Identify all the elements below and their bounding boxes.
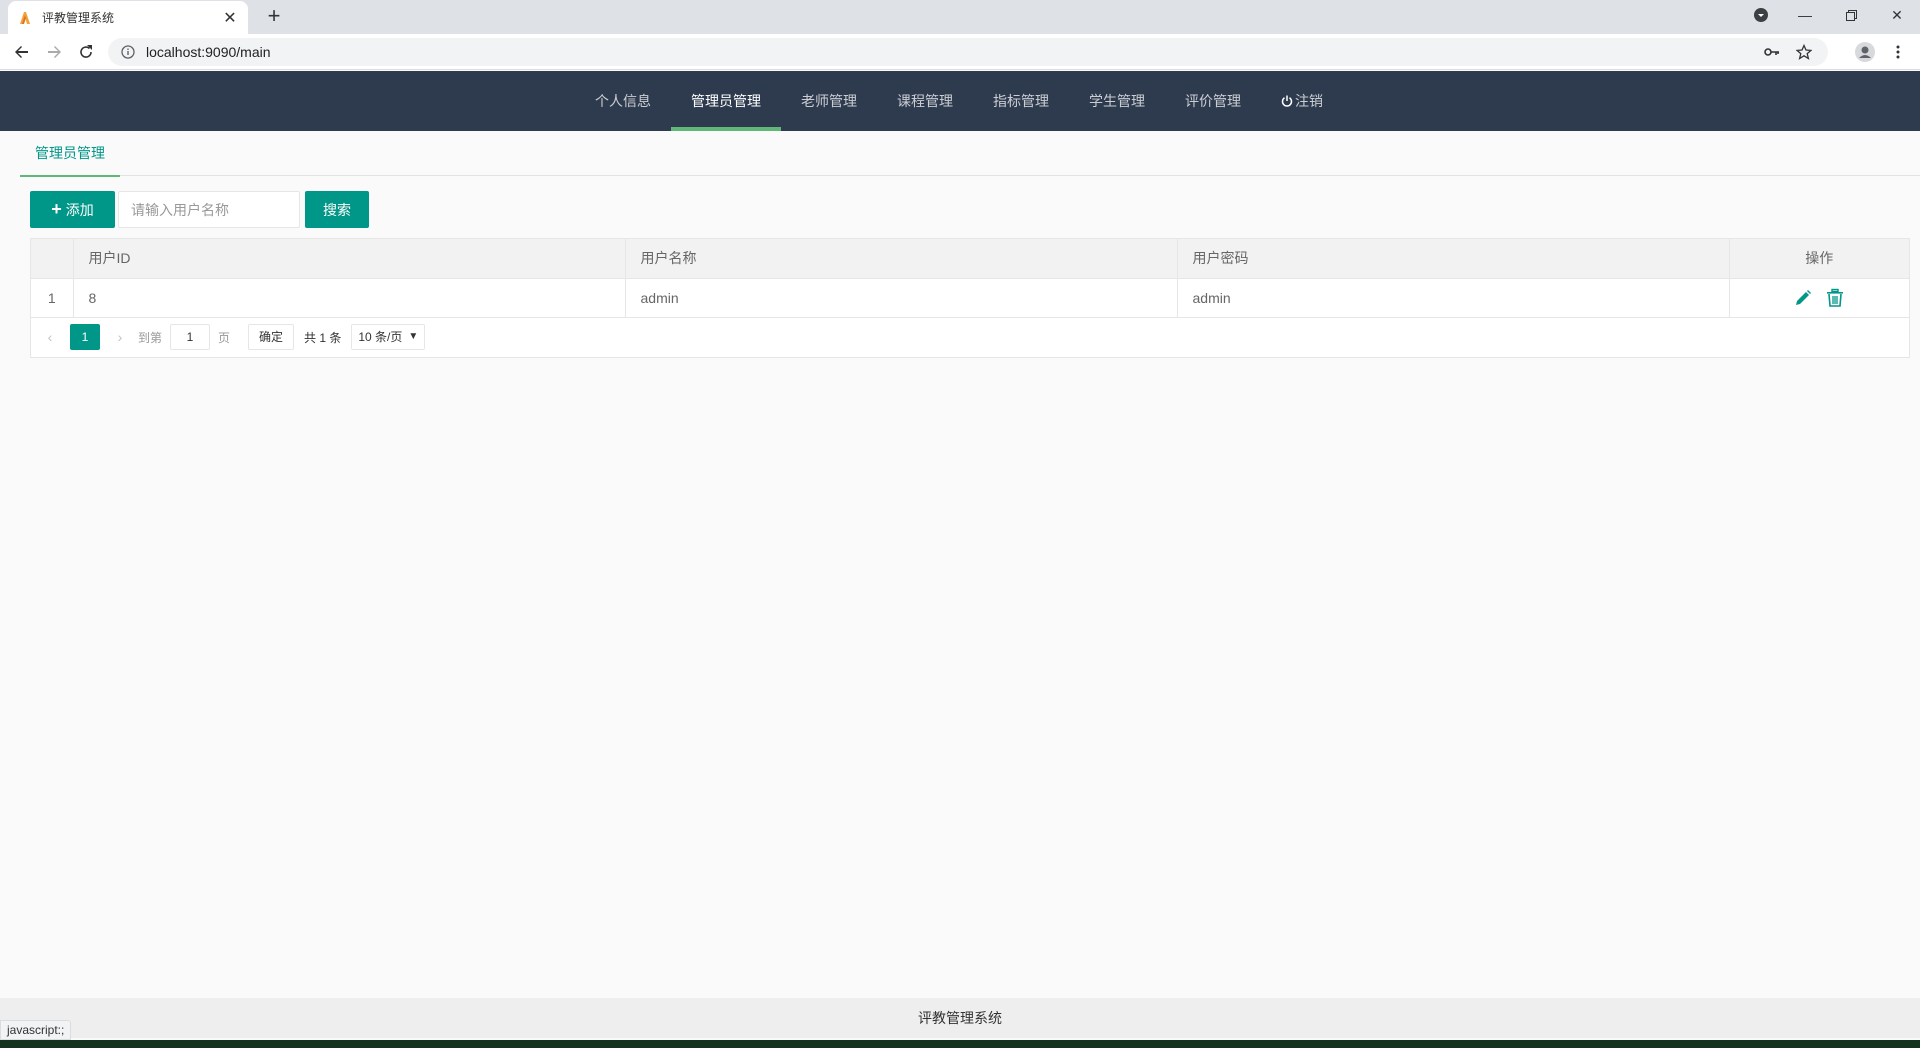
new-tab-button[interactable]: + [262,5,286,29]
pagination: ‹ 1 › 到第 1 页 确定 共 1 条 10 条/页 ▼ [40,324,426,350]
cell-user-name: admin [625,278,1178,318]
table-header-row: 用户ID 用户名称 用户密码 操作 [31,239,1909,279]
nav-item-evaluation-management[interactable]: 评价管理 [1165,71,1261,131]
header-actions: 操作 [1729,239,1909,279]
page-size-select[interactable]: 10 条/页 ▼ [351,324,426,350]
search-button[interactable]: 搜索 [305,191,369,228]
header-user-name: 用户名称 [625,239,1178,279]
browser-tab[interactable]: 评教管理系统 ✕ [8,1,248,34]
reload-icon[interactable] [74,40,98,64]
plus-icon: + [51,199,62,219]
browser-status-bar: javascript:; [0,1020,72,1040]
desktop-taskbar [0,1040,1920,1048]
forward-icon[interactable] [42,40,66,64]
tab-search-icon[interactable] [1738,0,1784,30]
tab-admin-management[interactable]: 管理员管理 [20,131,120,177]
main-nav: 个人信息 管理员管理 老师管理 课程管理 指标管理 学生管理 评价管理 注销 [575,71,1343,131]
nav-item-teacher-management[interactable]: 老师管理 [781,71,877,131]
page-number-current[interactable]: 1 [70,324,100,350]
add-button-label: 添加 [65,201,94,218]
browser-menu-icon[interactable] [1886,40,1910,64]
page-tab-bar: 管理员管理 [20,131,1920,177]
goto-suffix: 页 [218,330,231,345]
header-user-id: 用户ID [73,239,626,279]
goto-page-input[interactable]: 1 [170,324,211,350]
power-icon [1281,71,1293,131]
table-row: 1 8 admin admin [31,278,1909,318]
row-index: 1 [31,278,74,318]
cell-actions [1729,278,1909,318]
cell-user-password: admin [1177,278,1730,318]
header-user-password: 用户密码 [1177,239,1730,279]
next-page-icon[interactable]: › [110,329,130,345]
nav-item-indicator-management[interactable]: 指标管理 [973,71,1069,131]
prev-page-icon[interactable]: ‹ [40,329,60,345]
chevron-down-icon: ▼ [408,331,419,342]
minimize-icon[interactable]: — [1782,0,1828,30]
nav-item-course-management[interactable]: 课程管理 [877,71,973,131]
site-info-icon[interactable] [120,44,136,60]
browser-toolbar: localhost:9090/main [0,34,1920,70]
close-tab-icon[interactable]: ✕ [222,8,238,28]
tab-title: 评教管理系统 [42,11,115,25]
total-count: 共 1 条 [304,330,342,345]
nav-item-logout[interactable]: 注销 [1261,71,1343,131]
app-favicon-icon [18,11,32,25]
page-size-value: 10 条/页 [358,330,403,344]
url-text: localhost:9090/main [146,44,271,60]
goto-prefix: 到第 [138,330,163,345]
close-window-icon[interactable]: ✕ [1874,0,1920,30]
edit-icon[interactable] [1793,288,1813,308]
logout-label: 注销 [1295,93,1323,109]
search-input[interactable] [118,191,300,228]
profile-avatar-icon[interactable] [1853,40,1877,64]
app-header: 个人信息 管理员管理 老师管理 课程管理 指标管理 学生管理 评价管理 注销 [0,71,1920,131]
header-index [31,239,74,279]
back-icon[interactable] [10,40,34,64]
bookmark-star-icon[interactable] [1792,42,1816,62]
browser-tabstrip: 评教管理系统 ✕ + — ✕ [0,0,1920,34]
key-icon[interactable] [1760,42,1784,62]
footer: 评教管理系统 [0,998,1920,1038]
add-button[interactable]: + 添加 [30,191,115,228]
nav-item-profile[interactable]: 个人信息 [575,71,671,131]
nav-item-admin-management[interactable]: 管理员管理 [671,71,781,131]
goto-confirm-button[interactable]: 确定 [248,324,295,350]
cell-user-id: 8 [73,278,626,318]
address-bar[interactable]: localhost:9090/main [108,38,1828,66]
delete-icon[interactable] [1825,288,1845,308]
restore-icon[interactable] [1828,0,1874,30]
nav-item-student-management[interactable]: 学生管理 [1069,71,1165,131]
